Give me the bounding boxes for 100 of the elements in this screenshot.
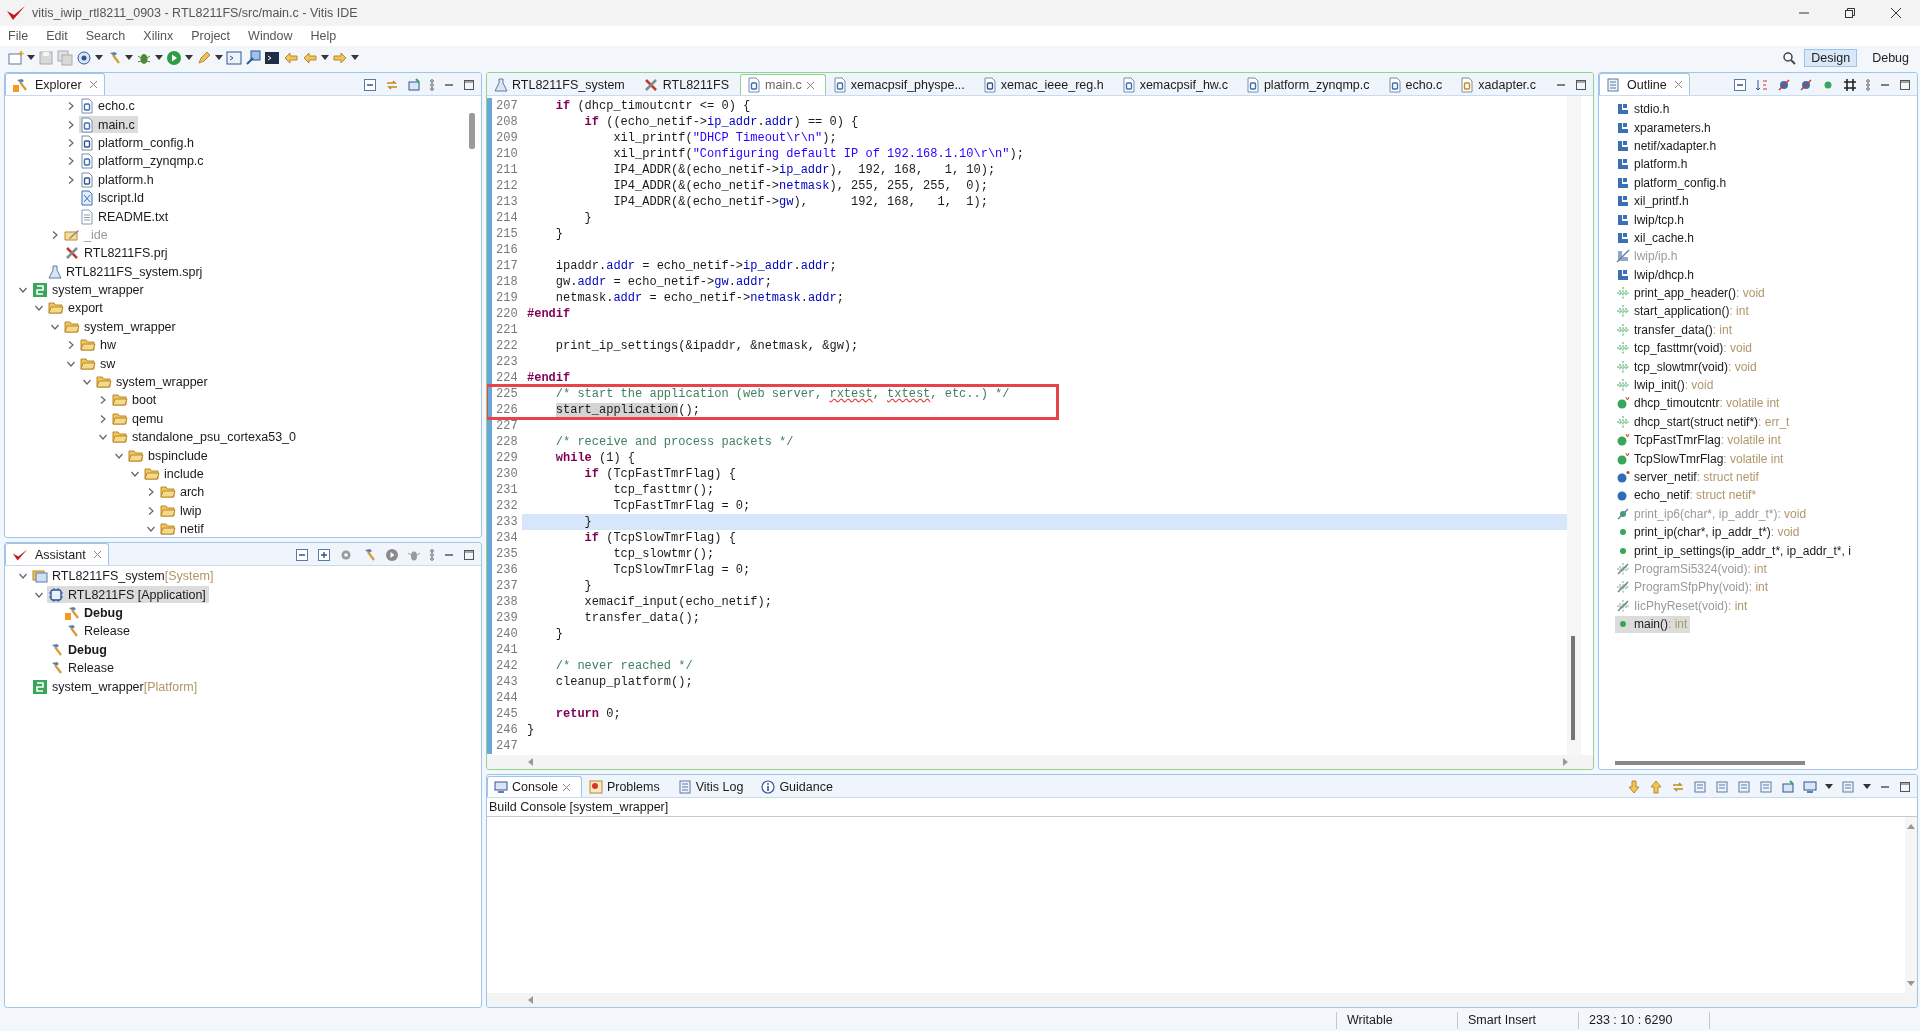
maximize-icon[interactable] — [463, 549, 475, 561]
tree-item[interactable]: export — [47, 300, 106, 317]
arrow-up-icon[interactable] — [1649, 780, 1663, 794]
maximize-icon[interactable] — [1575, 79, 1587, 91]
tree-item[interactable]: system_wrapper — [63, 318, 179, 336]
scroll-right-icon[interactable] — [1561, 758, 1569, 766]
caret-icon[interactable] — [125, 55, 133, 61]
close-icon[interactable] — [1890, 7, 1902, 19]
tree-item[interactable]: system_wrapper — [31, 281, 147, 299]
caret-icon[interactable] — [351, 55, 359, 61]
tree-item[interactable]: Debug — [47, 641, 110, 659]
chevron-icon[interactable] — [66, 137, 76, 148]
tree-item[interactable]: RTL8211FS_system.sprj — [47, 263, 206, 281]
pin-icon[interactable] — [1781, 780, 1795, 794]
editor-tab[interactable]: RTL8211FS — [635, 74, 741, 95]
caret-icon[interactable] — [185, 55, 193, 61]
maximize-icon[interactable] — [1899, 79, 1911, 91]
chevron-icon[interactable] — [98, 413, 108, 424]
tree-item[interactable]: Debug — [63, 604, 126, 622]
chevron-icon[interactable] — [146, 487, 156, 498]
tree-item[interactable]: RTL8211FS_system[System] — [31, 567, 217, 585]
outline-item[interactable]: dhcp_timoutcntr: volatile int — [1615, 394, 1783, 412]
outline-item[interactable]: xil_cache.h — [1615, 229, 1698, 247]
view-tab[interactable]: Guidance — [754, 776, 844, 797]
outline-item[interactable]: echo_netif: struct netif* — [1615, 486, 1760, 504]
tree-item[interactable]: RTL8211FS.prj — [63, 244, 171, 262]
chevron-icon[interactable] — [130, 469, 140, 479]
outline-item[interactable]: netif/xadapter.h — [1615, 137, 1720, 155]
search-icon[interactable] — [1782, 51, 1797, 65]
outline-item[interactable]: transfer_data(): int — [1615, 321, 1736, 339]
gear-icon[interactable] — [339, 548, 353, 562]
terminal-icon[interactable] — [264, 50, 280, 66]
perspective-button[interactable]: Design — [1804, 49, 1858, 67]
tree-item[interactable]: system_wrapper — [95, 373, 211, 391]
tree-item[interactable]: sw — [79, 355, 119, 373]
chevron-icon[interactable] — [66, 101, 76, 112]
caret-icon[interactable] — [1825, 784, 1833, 790]
tree-item[interactable]: bspinclude — [127, 447, 211, 465]
scrollbar[interactable] — [487, 993, 1917, 1007]
menu-item[interactable]: Xilinx — [143, 29, 174, 43]
outline-item[interactable]: lwip/tcp.h — [1615, 211, 1688, 229]
scrollbar[interactable] — [487, 755, 1593, 769]
outline-item[interactable]: start_application(): int — [1615, 303, 1752, 320]
menu-icon[interactable] — [429, 548, 435, 562]
collapse-all-icon[interactable] — [295, 548, 309, 562]
outline-item[interactable]: xparameters.h — [1615, 119, 1714, 137]
tree-item[interactable]: Release — [47, 659, 117, 677]
connect-icon[interactable] — [245, 50, 261, 66]
scroll-down-icon[interactable] — [1907, 979, 1915, 987]
outline-item[interactable]: print_ip_settings(ip_addr_t*, ip_addr_t*, i — [1615, 542, 1854, 560]
collapse-all-icon[interactable] — [363, 78, 377, 92]
view-tab[interactable]: Assistant — [5, 543, 109, 565]
tree-item[interactable]: system_wrapper[Platform] — [31, 678, 201, 696]
view-tab[interactable]: Outline — [1599, 73, 1690, 95]
editor-tab[interactable]: xemacpsif_hw.c — [1114, 74, 1239, 95]
sort-icon[interactable] — [1755, 78, 1769, 92]
tree-item[interactable]: boot — [111, 391, 160, 409]
tree-item[interactable]: standalone_psu_cortexa53_0 — [111, 428, 300, 446]
tree-item[interactable]: Release — [63, 622, 133, 640]
editor-tab[interactable]: RTL8211FS_system — [487, 74, 636, 95]
hide-icon[interactable] — [1799, 78, 1813, 92]
outline-item[interactable]: stdio.h — [1615, 100, 1673, 118]
view-tab[interactable]: Vitis Log — [670, 776, 755, 797]
monitor-icon[interactable] — [1803, 780, 1817, 794]
maximize-icon[interactable] — [1899, 781, 1911, 793]
tree-item[interactable]: lscript.ld — [79, 189, 147, 207]
link-icon[interactable] — [1671, 780, 1685, 794]
tree-item[interactable]: RTL8211FS [Application] — [47, 586, 209, 604]
outline-item[interactable]: lwip/dhcp.h — [1615, 266, 1698, 284]
caret-icon[interactable] — [27, 55, 35, 61]
caret-icon[interactable] — [321, 55, 329, 61]
chevron-icon[interactable] — [66, 156, 76, 167]
menu-icon[interactable] — [1865, 78, 1871, 92]
chevron-icon[interactable] — [98, 395, 108, 406]
outline-item[interactable]: platform_config.h — [1615, 174, 1730, 192]
tree-item[interactable]: lwip — [159, 502, 205, 520]
tree-item[interactable]: netif — [159, 520, 207, 537]
tree-item[interactable]: echo.c — [79, 97, 138, 115]
scrollbar[interactable] — [1905, 817, 1917, 993]
outline-item[interactable]: main(): int — [1615, 615, 1691, 633]
scroll-left-icon[interactable] — [527, 996, 535, 1004]
maximize-icon[interactable] — [463, 79, 475, 91]
view-tab[interactable]: Problems — [581, 776, 671, 797]
editor-tab[interactable]: xadapter.c — [1453, 74, 1548, 95]
view-tab[interactable]: Explorer — [5, 73, 105, 95]
scroll-left-icon[interactable] — [527, 758, 535, 766]
restore-icon[interactable] — [1844, 7, 1856, 19]
target-icon[interactable] — [76, 50, 92, 66]
menu-item[interactable]: Edit — [46, 29, 68, 43]
outline-item[interactable]: xil_printf.h — [1615, 192, 1692, 210]
menu-item[interactable]: Help — [310, 29, 337, 43]
scrollbar[interactable] — [1567, 96, 1581, 755]
editor-tab[interactable]: main.c — [740, 74, 826, 95]
outline-item[interactable]: tcp_slowtmr(void): void — [1615, 358, 1760, 376]
chevron-icon[interactable] — [66, 340, 76, 351]
chevron-icon[interactable] — [66, 119, 76, 130]
menu-item[interactable]: Project — [191, 29, 231, 43]
outline-item[interactable]: lwip_init(): void — [1615, 376, 1717, 394]
outline-item[interactable]: platform.h — [1615, 155, 1691, 173]
menu-item[interactable]: Search — [85, 29, 126, 43]
